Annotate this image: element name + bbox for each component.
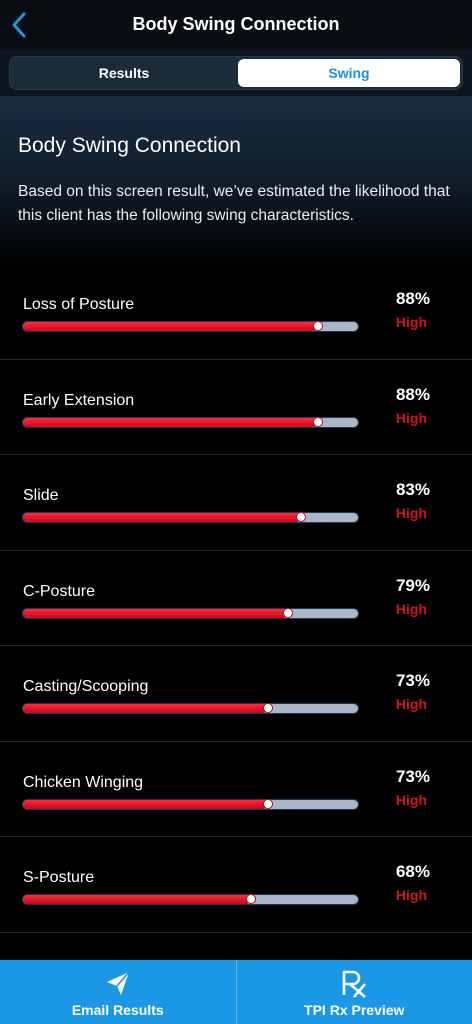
likelihood-bar-knob bbox=[312, 416, 323, 427]
likelihood-percent: 88% bbox=[395, 384, 430, 404]
section-description: Based on this screen result, we’ve estim… bbox=[18, 183, 450, 224]
characteristic-label: Chicken Winging bbox=[23, 773, 144, 791]
segmented-control-bar: Results Swing bbox=[0, 50, 472, 96]
likelihood-percent: 88% bbox=[395, 289, 430, 308]
likelihood-bar-fill bbox=[23, 799, 268, 809]
likelihood-bar-knob bbox=[282, 607, 293, 618]
likelihood-level: High bbox=[395, 791, 427, 808]
likelihood-level: High bbox=[395, 600, 427, 617]
likelihood-bar-fill bbox=[23, 513, 302, 522]
likelihood-bar-fill bbox=[23, 895, 251, 904]
characteristic-label: Early Extension bbox=[23, 391, 135, 409]
likelihood-bar bbox=[22, 894, 359, 905]
characteristic-row: C-Posture 79% High bbox=[0, 551, 472, 646]
top-nav-bar: Body Swing Connection bbox=[0, 0, 472, 50]
likelihood-percent: 68% bbox=[395, 862, 430, 881]
characteristic-row: S-Posture 68% High bbox=[0, 837, 472, 933]
tpi-rx-preview-label: TPI Rx Preview bbox=[304, 1002, 405, 1018]
page-title: Body Swing Connection bbox=[132, 14, 340, 34]
characteristics-list: Loss of Posture 88% High Early Extension 88%… bbox=[0, 264, 472, 933]
characteristic-label: Loss of Posture bbox=[23, 296, 135, 313]
bottom-action-bar: Email Results TPI Rx Preview bbox=[0, 960, 472, 1024]
likelihood-bar bbox=[22, 798, 359, 810]
characteristic-row: Casting/Scooping 73% High bbox=[0, 646, 472, 742]
likelihood-level: High bbox=[395, 505, 427, 521]
email-results-button[interactable]: Email Results bbox=[0, 960, 236, 1024]
likelihood-bar bbox=[22, 607, 359, 619]
likelihood-bar bbox=[22, 703, 359, 714]
likelihood-level: High bbox=[395, 314, 427, 330]
characteristic-row: Chicken Winging 73% High bbox=[0, 742, 472, 837]
likelihood-bar-knob bbox=[262, 703, 273, 713]
intro-section: Body Swing Connection Based on this scre… bbox=[0, 96, 472, 264]
likelihood-bar-knob bbox=[245, 894, 256, 904]
send-icon bbox=[106, 971, 130, 995]
likelihood-percent: 83% bbox=[395, 480, 430, 499]
tab-results[interactable]: Results bbox=[12, 59, 236, 87]
characteristic-row: Slide 83% High bbox=[0, 455, 472, 551]
rx-icon bbox=[342, 970, 367, 998]
likelihood-level: High bbox=[395, 887, 427, 903]
likelihood-bar-knob bbox=[296, 512, 307, 522]
characteristic-label: S-Posture bbox=[23, 869, 95, 886]
likelihood-bar-fill bbox=[23, 417, 318, 427]
likelihood-bar-knob bbox=[262, 798, 273, 809]
email-results-label: Email Results bbox=[71, 1002, 164, 1018]
likelihood-bar-knob bbox=[312, 321, 323, 331]
likelihood-bar bbox=[22, 416, 359, 428]
likelihood-level: High bbox=[395, 409, 427, 426]
characteristic-label: Slide bbox=[23, 487, 59, 504]
segmented-control: Results Swing bbox=[9, 56, 463, 90]
characteristic-row: Early Extension 88% High bbox=[0, 360, 472, 455]
tpi-rx-preview-button[interactable]: TPI Rx Preview bbox=[235, 960, 472, 1024]
likelihood-percent: 73% bbox=[395, 671, 430, 690]
likelihood-bar-fill bbox=[23, 322, 318, 331]
likelihood-percent: 73% bbox=[395, 766, 430, 786]
likelihood-bar bbox=[22, 512, 359, 523]
likelihood-percent: 79% bbox=[395, 575, 430, 595]
likelihood-bar-fill bbox=[23, 608, 288, 618]
characteristic-row: Loss of Posture 88% High bbox=[0, 264, 472, 360]
characteristic-label: Casting/Scooping bbox=[23, 678, 149, 695]
likelihood-bar bbox=[22, 321, 359, 332]
likelihood-bar-fill bbox=[23, 704, 268, 713]
likelihood-level: High bbox=[395, 696, 427, 712]
characteristic-label: C-Posture bbox=[23, 582, 96, 600]
section-title: Body Swing Connection bbox=[18, 134, 241, 157]
tab-swing[interactable]: Swing bbox=[238, 59, 460, 87]
